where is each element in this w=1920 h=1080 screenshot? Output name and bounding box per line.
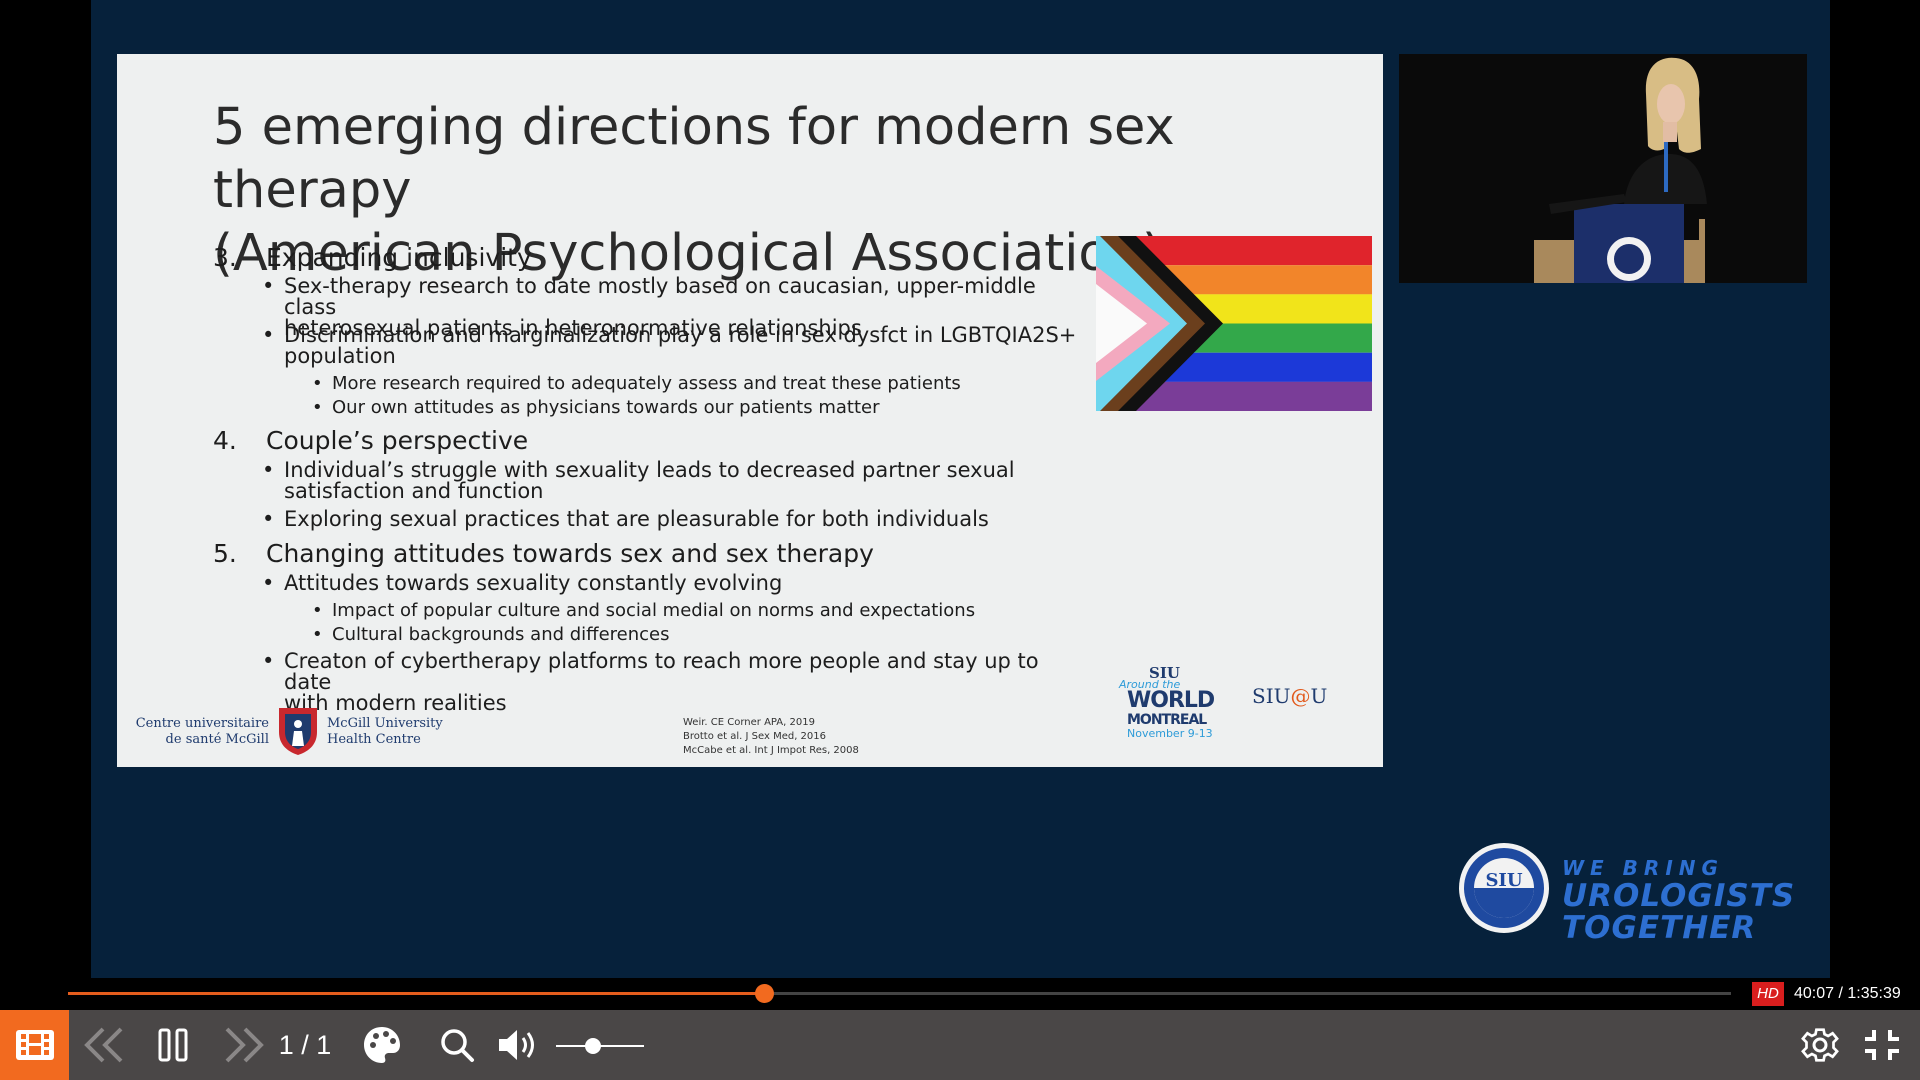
- progress-pride-flag: [1096, 236, 1372, 411]
- search-button[interactable]: [433, 1010, 481, 1080]
- section-heading: 5. Changing attitudes towards sex and sex…: [213, 539, 874, 568]
- volume-icon: [499, 1030, 534, 1060]
- progress-row: HD 40:07 / 1:35:39: [0, 978, 1920, 1010]
- volume-button[interactable]: [494, 1010, 544, 1080]
- seek-handle[interactable]: [755, 984, 775, 1003]
- next-button[interactable]: [218, 1010, 268, 1080]
- bullet-item: • Creaton of cybertherapy platforms to re…: [262, 649, 1039, 715]
- speaker-video-inset: [1399, 54, 1807, 283]
- siu-around-the-world-logo: SIU Around the WORLD MONTREAL November 9…: [1119, 664, 1215, 740]
- sub-bullet-item: • Impact of popular culture and social me…: [312, 600, 976, 621]
- muhc-logo-text-fr: Centre universitaire de santé McGill: [135, 716, 269, 747]
- exit-fullscreen-icon: [1865, 1030, 1899, 1060]
- previous-icon: [84, 1027, 123, 1063]
- theme-button[interactable]: [358, 1010, 406, 1080]
- control-bar: 1 / 1: [0, 1010, 1920, 1080]
- sub-bullet-item: • More research required to adequately as…: [312, 373, 961, 394]
- siu-at-u-logo: SIU@U: [1252, 684, 1328, 708]
- hd-badge[interactable]: HD: [1752, 982, 1784, 1006]
- siu-seal-icon: SIU: [1459, 843, 1549, 933]
- siu-slogan: WE BRING UROLOGISTS TOGETHER: [1562, 856, 1796, 946]
- muhc-logo-text-en: McGill University Health Centre: [327, 716, 443, 747]
- volume-slider[interactable]: [556, 1038, 644, 1054]
- pause-button[interactable]: [150, 1010, 196, 1080]
- next-icon: [225, 1027, 264, 1063]
- time-display: 40:07 / 1:35:39: [1794, 985, 1901, 1002]
- search-icon: [441, 1029, 474, 1062]
- speaker-figure: [1399, 54, 1807, 283]
- slide-references: Weir. CE Corner APA, 2019 Brotto et al. …: [683, 717, 859, 756]
- palette-icon: [364, 1027, 400, 1063]
- seek-bar-played: [68, 992, 765, 995]
- sub-bullet-item: • Our own attitudes as physicians towards…: [312, 397, 880, 418]
- settings-button[interactable]: [1796, 1010, 1844, 1080]
- volume-handle[interactable]: [584, 1038, 601, 1054]
- slides-button[interactable]: [0, 1010, 69, 1080]
- sub-bullet-item: • Cultural backgrounds and differences: [312, 624, 670, 645]
- bullet-item: • Attitudes towards sexuality constantly …: [262, 571, 783, 595]
- page-indicator: 1 / 1: [278, 1029, 332, 1060]
- bullet-item: • Discrimination and marginalization play…: [262, 323, 1077, 368]
- previous-button[interactable]: [80, 1010, 130, 1080]
- seek-bar[interactable]: [68, 984, 1731, 1003]
- settings-icon: [1801, 1028, 1839, 1062]
- slides-icon: [15, 1030, 54, 1060]
- presentation-slide: 5 emerging directions for modern sex the…: [117, 54, 1383, 767]
- svg-text:SIU: SIU: [1485, 870, 1522, 891]
- exit-fullscreen-button[interactable]: [1858, 1010, 1906, 1080]
- bullet-item: • Individual’s struggle with sexuality le…: [262, 458, 1015, 503]
- muhc-shield-icon: [279, 708, 317, 755]
- section-heading: 3. Expanding inclusivity: [213, 243, 532, 272]
- section-heading: 4. Couple’s perspective: [213, 426, 529, 455]
- pause-icon: [158, 1028, 188, 1062]
- bullet-item: • Exploring sexual practices that are ple…: [262, 507, 989, 531]
